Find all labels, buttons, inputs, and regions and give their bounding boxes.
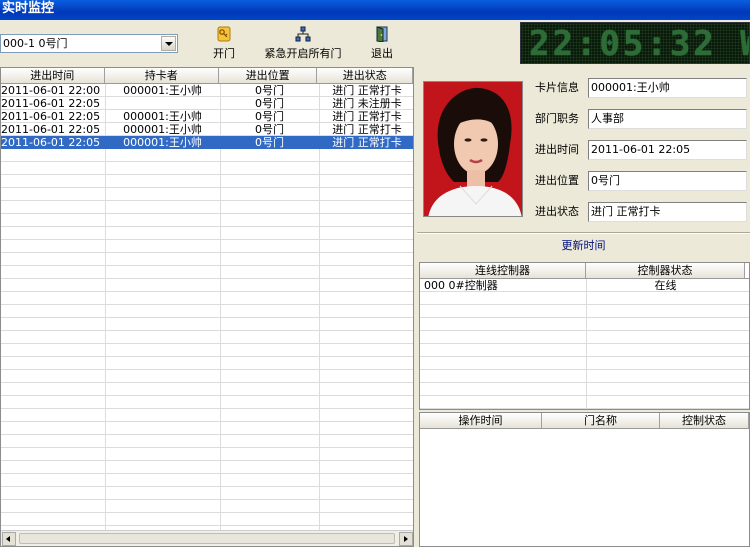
cell-location: 0号门 <box>255 123 284 136</box>
horizontal-scrollbar[interactable] <box>1 530 413 546</box>
entry-time-label: 进出时间 <box>535 143 579 156</box>
col-control-state[interactable]: 控制状态 <box>660 413 749 428</box>
entry-location-field[interactable]: 0号门 <box>588 171 747 191</box>
cell-location: 0号门 <box>255 110 284 123</box>
cell-status: 进门 正常打卡 <box>332 136 402 149</box>
department-field[interactable]: 人事部 <box>588 109 747 129</box>
table-row[interactable]: 2011-06-01 22:05 000001:王小帅 0号门 进门 正常打卡 <box>1 136 413 149</box>
chevron-down-icon[interactable] <box>161 36 176 51</box>
entry-time-field[interactable]: 2011-06-01 22:05 <box>588 140 747 160</box>
window-title: 实时监控 <box>0 0 750 20</box>
divider <box>417 232 750 234</box>
scroll-thumb[interactable] <box>19 533 395 544</box>
detail-panel: 卡片信息 000001:王小帅 部门职务 人事部 进出时间 2011-06-01… <box>417 67 750 547</box>
cell-status: 进门 未注册卡 <box>332 97 402 110</box>
card-info-label: 卡片信息 <box>535 81 579 94</box>
scroll-right-icon[interactable] <box>399 532 413 546</box>
exit-button[interactable]: 退出 <box>366 26 398 60</box>
col-holder[interactable]: 持卡者 <box>104 68 219 83</box>
door-select[interactable]: 000-1 0号门 <box>0 34 178 53</box>
entry-location-label: 进出位置 <box>535 174 579 187</box>
cell-status: 进门 正常打卡 <box>332 123 402 136</box>
table-row[interactable]: 2011-06-01 22:05 000001:王小帅 0号门 进门 正常打卡 <box>1 123 413 136</box>
door-exit-icon <box>376 26 388 42</box>
cell-time: 2011-06-01 22:05 <box>1 97 101 110</box>
led-clock: 22:05:32 WED <box>520 22 750 64</box>
cell-holder: 000001:王小帅 <box>123 123 202 136</box>
table-row[interactable]: 2011-06-01 22:05 0号门 进门 未注册卡 <box>1 97 413 110</box>
table-row[interactable]: 2011-06-01 22:00 000001:王小帅 0号门 进门 正常打卡 <box>1 84 413 97</box>
grid-header: 进出时间 持卡者 进出位置 进出状态 <box>1 68 413 84</box>
grid-body: 2011-06-01 22:00 000001:王小帅 0号门 进门 正常打卡 2011… <box>1 84 413 532</box>
cell-time: 2011-06-01 22:05 <box>1 136 101 149</box>
emergency-open-all-button[interactable]: 紧急开启所有门 <box>258 26 348 60</box>
table-row[interactable]: 2011-06-01 22:05 000001:王小帅 0号门 进门 正常打卡 <box>1 110 413 123</box>
col-door-name[interactable]: 门名称 <box>542 413 660 428</box>
cardholder-photo <box>423 81 523 217</box>
controllers-body: 000 0#控制器 在线 <box>420 279 749 409</box>
col-status[interactable]: 进出状态 <box>317 68 413 83</box>
controllers-grid[interactable]: 连线控制器 控制器状态 000 0#控制器 在线 <box>419 262 750 410</box>
scroll-left-icon[interactable] <box>2 532 16 546</box>
col-controller-state[interactable]: 控制器状态 <box>586 263 745 278</box>
controller-state: 在线 <box>654 279 677 292</box>
col-controller[interactable]: 连线控制器 <box>420 263 586 278</box>
cell-location: 0号门 <box>255 84 284 97</box>
cell-time: 2011-06-01 22:05 <box>1 110 101 123</box>
portrait-image <box>424 82 522 216</box>
entry-status-field[interactable]: 进门 正常打卡 <box>588 202 747 222</box>
cell-time: 2011-06-01 22:00 <box>1 84 101 97</box>
cell-location: 0号门 <box>255 97 284 110</box>
led-clock-text: 22:05:32 WED <box>529 24 749 64</box>
col-location[interactable]: 进出位置 <box>218 68 318 83</box>
open-door-button[interactable]: 开门 <box>206 26 242 60</box>
cell-status: 进门 正常打卡 <box>332 84 402 97</box>
cell-holder: 000001:王小帅 <box>123 84 202 97</box>
col-op-time[interactable]: 操作时间 <box>420 413 542 428</box>
door-select-value: 000-1 0号门 <box>3 37 68 50</box>
table-row[interactable]: 000 0#控制器 在线 <box>420 279 749 292</box>
key-icon <box>217 26 231 42</box>
cell-time: 2011-06-01 22:05 <box>1 123 101 136</box>
network-icon <box>295 26 311 42</box>
col-time[interactable]: 进出时间 <box>1 68 105 83</box>
cell-holder: 000001:王小帅 <box>123 110 202 123</box>
refresh-time-label: 更新时间 <box>561 239 606 252</box>
department-label: 部门职务 <box>535 112 579 125</box>
controller-name: 000 0#控制器 <box>424 279 498 292</box>
cell-location: 0号门 <box>255 136 284 149</box>
operations-grid[interactable]: 操作时间 门名称 控制状态 <box>419 412 750 547</box>
access-records-grid[interactable]: 进出时间 持卡者 进出位置 进出状态 2011-06-01 22:00 00000… <box>0 67 414 547</box>
cell-holder <box>105 97 220 110</box>
cell-status: 进门 正常打卡 <box>332 110 402 123</box>
entry-status-label: 进出状态 <box>535 205 579 218</box>
card-info-field[interactable]: 000001:王小帅 <box>588 78 747 98</box>
cell-holder: 000001:王小帅 <box>123 136 202 149</box>
